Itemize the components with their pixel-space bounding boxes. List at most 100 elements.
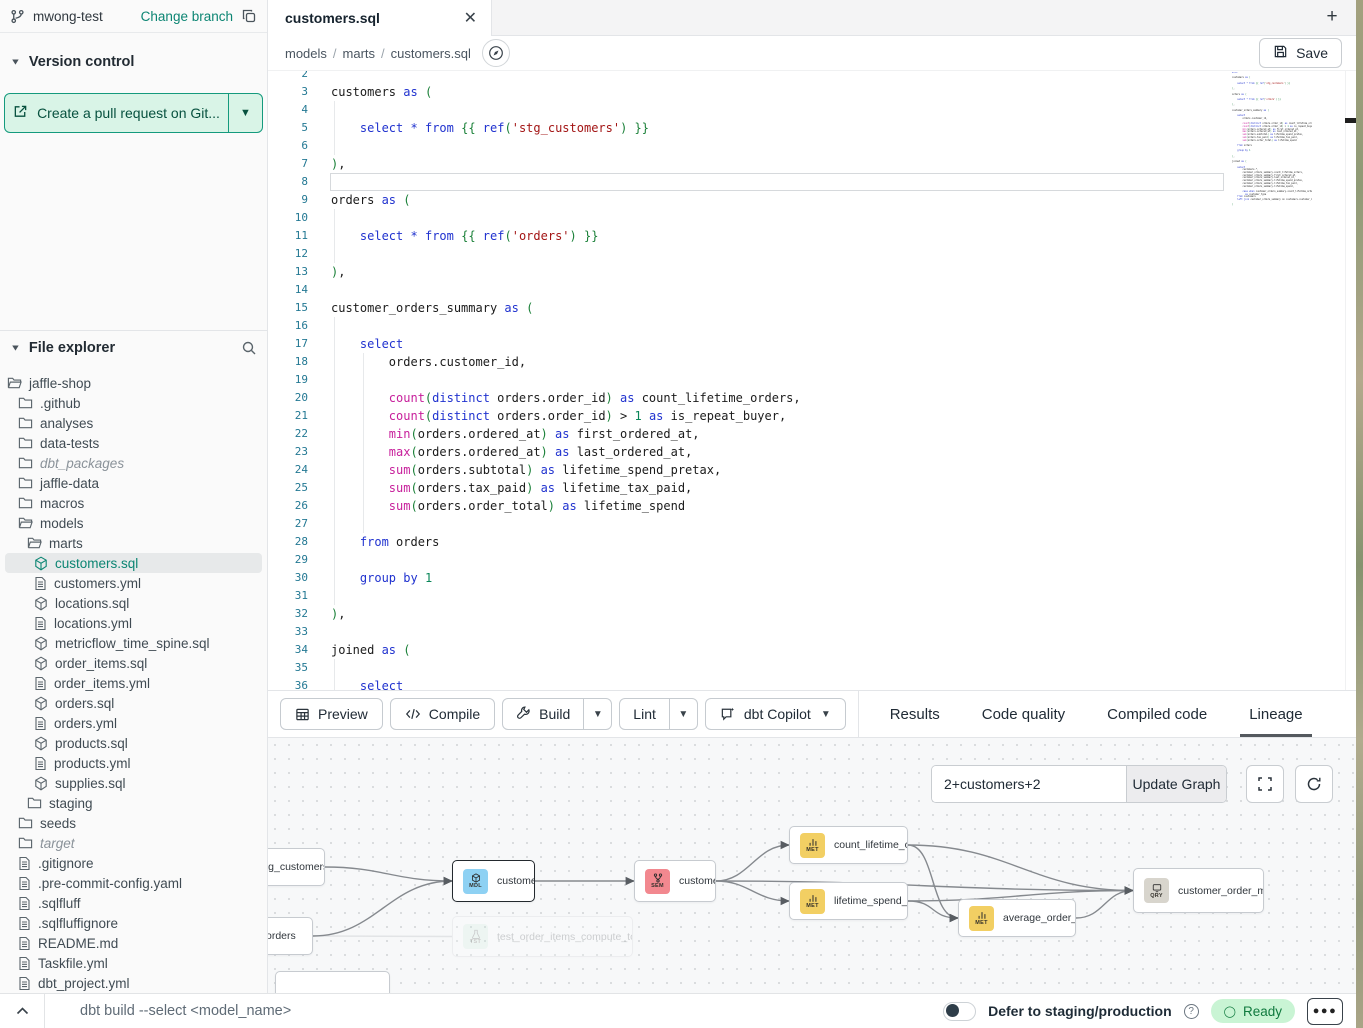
breadcrumb-marts[interactable]: marts xyxy=(343,46,376,61)
close-icon[interactable]: ✕ xyxy=(464,8,477,28)
code-line-24[interactable]: 24 sum(orders.subtotal) as lifetime_spen… xyxy=(268,461,1356,479)
tree-item-metricflow-time-spine-sql[interactable]: metricflow_time_spine.sql xyxy=(5,633,262,653)
lineage-node-partial_node[interactable] xyxy=(275,971,390,993)
tree-item-customers-sql[interactable]: customers.sql xyxy=(5,553,262,573)
tree-item-target[interactable]: target xyxy=(5,833,262,853)
tab-code-quality[interactable]: Code quality xyxy=(982,691,1065,737)
code-line-9[interactable]: 9orders as ( xyxy=(268,191,1356,209)
code-line-5[interactable]: 5 select * from {{ ref('stg_customers') … xyxy=(268,119,1356,137)
breadcrumb-models[interactable]: models xyxy=(285,46,327,61)
tree-item-dbt-project-yml[interactable]: dbt_project.yml xyxy=(5,973,262,993)
code-line-29[interactable]: 29 xyxy=(268,551,1356,569)
code-line-28[interactable]: 28 from orders xyxy=(268,533,1356,551)
fullscreen-button[interactable] xyxy=(1246,765,1284,803)
code-line-20[interactable]: 20 count(distinct orders.order_id) as co… xyxy=(268,389,1356,407)
lineage-filter-input[interactable] xyxy=(932,766,1126,802)
create-pr-button[interactable]: Create a pull request on Git... ▼ xyxy=(4,93,263,133)
tree-item-marts[interactable]: marts xyxy=(5,533,262,553)
tree-item-dbt-packages[interactable]: dbt_packages xyxy=(5,453,262,473)
code-line-31[interactable]: 31 xyxy=(268,587,1356,605)
lint-button[interactable]: Lint xyxy=(620,699,669,729)
explore-compass-button[interactable] xyxy=(482,39,510,67)
code-line-26[interactable]: 26 sum(orders.order_total) as lifetime_s… xyxy=(268,497,1356,515)
copy-icon[interactable] xyxy=(241,8,257,24)
tab-results[interactable]: Results xyxy=(890,691,940,737)
lineage-node-lifetime_spend_pretax[interactable]: METlifetime_spend_pretax xyxy=(789,882,908,920)
preview-button[interactable]: Preview xyxy=(280,698,383,730)
build-button[interactable]: Build xyxy=(503,699,583,729)
editor-scrollbar[interactable] xyxy=(1345,71,1356,690)
tree-item-macros[interactable]: macros xyxy=(5,493,262,513)
save-button[interactable]: Save xyxy=(1259,38,1342,68)
code-line-8[interactable]: 8 xyxy=(268,173,1356,191)
tree-item-models[interactable]: models xyxy=(5,513,262,533)
code-line-6[interactable]: 6 xyxy=(268,137,1356,155)
code-line-19[interactable]: 19 xyxy=(268,371,1356,389)
code-line-16[interactable]: 16 xyxy=(268,317,1356,335)
tree-item-locations-sql[interactable]: locations.sql xyxy=(5,593,262,613)
tree-item-supplies-sql[interactable]: supplies.sql xyxy=(5,773,262,793)
tab-lineage[interactable]: Lineage xyxy=(1249,691,1302,737)
tree-item-data-tests[interactable]: data-tests xyxy=(5,433,262,453)
copilot-caret[interactable]: ▼ xyxy=(821,709,831,720)
code-line-17[interactable]: 17 select xyxy=(268,335,1356,353)
new-tab-button[interactable]: + xyxy=(1320,5,1344,29)
code-line-34[interactable]: 34joined as ( xyxy=(268,641,1356,659)
tree-item-readme-md[interactable]: README.md xyxy=(5,933,262,953)
lineage-node-customer_order_metrics[interactable]: QRYcustomer_order_metrics xyxy=(1133,868,1264,913)
tree-item-products-yml[interactable]: products.yml xyxy=(5,753,262,773)
code-line-3[interactable]: 3customers as ( xyxy=(268,83,1356,101)
code-line-4[interactable]: 4 xyxy=(268,101,1356,119)
tree-item-taskfile-yml[interactable]: Taskfile.yml xyxy=(5,953,262,973)
create-pr-caret[interactable]: ▼ xyxy=(228,94,262,132)
tree-item-order-items-yml[interactable]: order_items.yml xyxy=(5,673,262,693)
tree-item-order-items-sql[interactable]: order_items.sql xyxy=(5,653,262,673)
help-icon[interactable]: ? xyxy=(1184,1004,1199,1019)
lineage-node-average_order_value[interactable]: METaverage_order_value xyxy=(958,899,1076,937)
dbt-copilot-button[interactable]: dbt Copilot ▼ xyxy=(705,698,846,730)
lineage-node-tst[interactable]: TSTtest_order_items_compute_to_bools... xyxy=(452,916,633,957)
refresh-button[interactable] xyxy=(1295,765,1333,803)
tree-item-customers-yml[interactable]: customers.yml xyxy=(5,573,262,593)
code-line-15[interactable]: 15customer_orders_summary as ( xyxy=(268,299,1356,317)
build-caret[interactable]: ▼ xyxy=(583,699,611,729)
defer-toggle[interactable] xyxy=(943,1002,976,1021)
code-line-13[interactable]: 13), xyxy=(268,263,1356,281)
lineage-node-orders[interactable]: orders xyxy=(268,917,313,955)
code-line-14[interactable]: 14 xyxy=(268,281,1356,299)
lineage-panel[interactable]: stg_customersordersMDLcustomersTSTtest_o… xyxy=(268,738,1356,993)
tab-customers-sql[interactable]: customers.sql ✕ xyxy=(268,0,492,36)
tree-item-locations-yml[interactable]: locations.yml xyxy=(5,613,262,633)
file-explorer-header[interactable]: ▼ File explorer xyxy=(0,331,267,364)
tree-item-orders-sql[interactable]: orders.sql xyxy=(5,693,262,713)
code-line-32[interactable]: 32), xyxy=(268,605,1356,623)
code-line-12[interactable]: 12 xyxy=(268,245,1356,263)
tree-item-staging[interactable]: staging xyxy=(5,793,262,813)
breadcrumb-file[interactable]: customers.sql xyxy=(391,46,471,61)
lineage-node-stg_customers[interactable]: stg_customers xyxy=(268,848,325,886)
tree-item--sqlfluff[interactable]: .sqlfluff xyxy=(5,893,262,913)
lineage-node-customers_sem[interactable]: SEMcustomers xyxy=(634,860,716,902)
code-line-25[interactable]: 25 sum(orders.tax_paid) as lifetime_tax_… xyxy=(268,479,1356,497)
code-line-11[interactable]: 11 select * from {{ ref('orders') }} xyxy=(268,227,1356,245)
scrollbar-mark[interactable] xyxy=(1345,118,1356,123)
tab-compiled-code[interactable]: Compiled code xyxy=(1107,691,1207,737)
code-line-22[interactable]: 22 min(orders.ordered_at) as first_order… xyxy=(268,425,1356,443)
tree-item-products-sql[interactable]: products.sql xyxy=(5,733,262,753)
search-icon[interactable] xyxy=(241,340,257,356)
code-line-23[interactable]: 23 max(orders.ordered_at) as last_ordere… xyxy=(268,443,1356,461)
tree-item--github[interactable]: .github xyxy=(5,393,262,413)
code-line-36[interactable]: 36 select xyxy=(268,677,1356,690)
tree-item-jaffle-shop[interactable]: jaffle-shop xyxy=(5,373,262,393)
command-input[interactable]: dbt build --select <model_name> xyxy=(44,994,943,1028)
code-line-33[interactable]: 33 xyxy=(268,623,1356,641)
tree-item-orders-yml[interactable]: orders.yml xyxy=(5,713,262,733)
version-control-header[interactable]: ▼ Version control xyxy=(0,47,267,77)
code-line-21[interactable]: 21 count(distinct orders.order_id) > 1 a… xyxy=(268,407,1356,425)
expand-caret-icon[interactable] xyxy=(0,994,44,1028)
more-options-button[interactable]: ●●● xyxy=(1307,998,1343,1025)
compile-button[interactable]: Compile xyxy=(390,698,495,730)
code-line-18[interactable]: 18 orders.customer_id, xyxy=(268,353,1356,371)
tree-item-jaffle-data[interactable]: jaffle-data xyxy=(5,473,262,493)
tree-item--gitignore[interactable]: .gitignore xyxy=(5,853,262,873)
